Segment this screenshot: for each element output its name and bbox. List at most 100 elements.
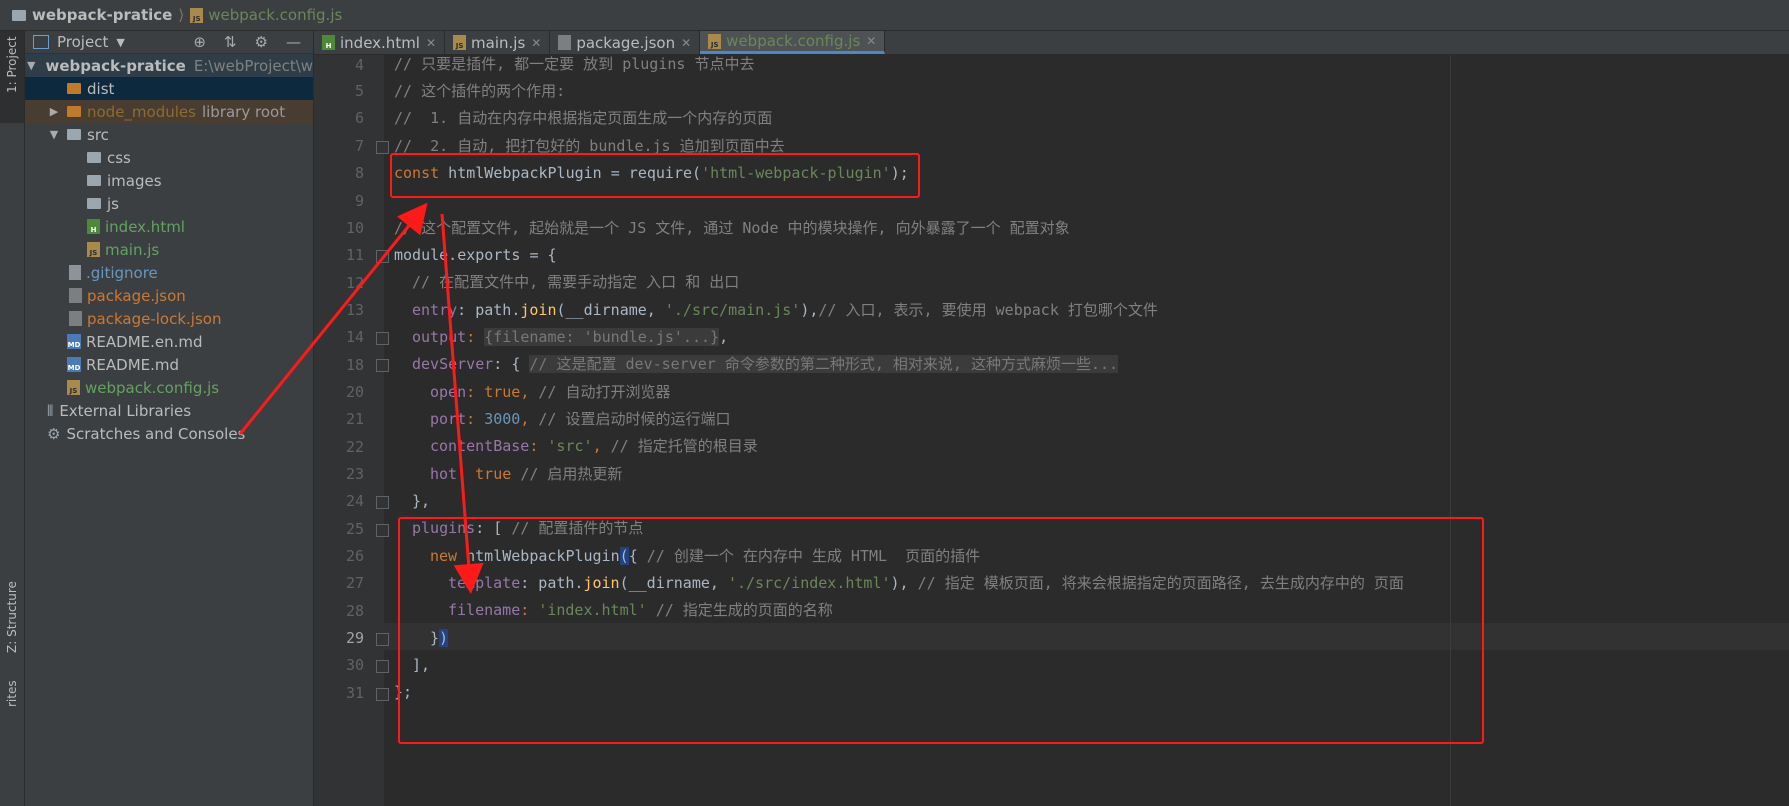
- tree-item-label: package-lock.json: [87, 309, 222, 328]
- tree-item-label: js: [107, 194, 119, 213]
- line-number: 18: [345, 356, 364, 374]
- tree-item-label: .gitignore: [86, 263, 158, 282]
- folded-region[interactable]: {filename: 'bundle.js'...}: [484, 328, 720, 346]
- js-file-icon: JS: [67, 380, 80, 395]
- markdown-file-icon: MD: [67, 334, 81, 349]
- tree-item-label: node_modules: [87, 102, 196, 121]
- fold-marker-icon[interactable]: [376, 496, 389, 509]
- breadcrumb-project[interactable]: webpack-pratice: [32, 6, 172, 24]
- tab-label: main.js: [471, 33, 526, 52]
- line-number: 29: [345, 629, 364, 647]
- tree-item-main-js[interactable]: JS main.js: [25, 238, 313, 261]
- gitignore-file-icon: [69, 265, 81, 280]
- code-line-21: port: 3000, // 设置启动时候的运行端口: [430, 410, 731, 428]
- code-line-5: // 这个插件的两个作用:: [394, 82, 566, 100]
- line-number: 9: [354, 192, 364, 210]
- tree-item-js[interactable]: js: [25, 192, 313, 215]
- project-view-selector[interactable]: Project ▼: [33, 33, 125, 51]
- fold-marker-icon[interactable]: [376, 524, 389, 537]
- project-panel-toolbar: Project ▼ ⊕ ⇅ ⚙ —: [25, 31, 313, 54]
- favorites-tool-tab[interactable]: rites: [0, 680, 24, 711]
- tree-item-readme[interactable]: MD README.md: [25, 353, 313, 376]
- structure-tool-tab[interactable]: Z: Structure: [0, 567, 24, 667]
- markdown-file-icon: MD: [67, 357, 81, 372]
- tab-label: package.json: [576, 33, 676, 52]
- tree-item-label: dist: [87, 79, 115, 98]
- fold-marker-icon[interactable]: [376, 250, 389, 263]
- library-icon: ⫴: [47, 401, 54, 420]
- code-editor[interactable]: 4 5 6 7 8 9 10 11 12 13 14 18 20 21 22 2…: [314, 55, 1789, 806]
- close-icon[interactable]: ✕: [531, 36, 541, 50]
- tab-label: index.html: [340, 33, 420, 52]
- project-tool-tab-label: 1: Project: [5, 36, 19, 93]
- tree-item-label: images: [107, 171, 162, 190]
- breadcrumb-file[interactable]: webpack.config.js: [208, 6, 342, 24]
- code-line-20: open: true, // 自动打开浏览器: [430, 383, 671, 401]
- json-file-icon: [558, 35, 572, 50]
- tree-item-readme-en[interactable]: MD README.en.md: [25, 330, 313, 353]
- project-tool-tab[interactable]: 1: Project: [0, 31, 24, 123]
- line-number: 25: [345, 520, 364, 538]
- line-number: 13: [345, 301, 364, 319]
- fold-marker-icon[interactable]: [376, 633, 389, 646]
- tree-item-gitignore[interactable]: .gitignore: [25, 261, 313, 284]
- fold-marker-icon[interactable]: [376, 359, 389, 372]
- breadcrumb: webpack-pratice ⟩ JS webpack.config.js: [12, 6, 342, 24]
- tree-item-package-lock-json[interactable]: package-lock.json: [25, 307, 313, 330]
- fold-marker-icon[interactable]: [376, 660, 389, 673]
- line-number: 27: [345, 574, 364, 592]
- html-file-icon: H: [87, 219, 100, 234]
- js-file-icon: JS: [190, 7, 204, 23]
- fold-marker-icon[interactable]: [376, 688, 389, 701]
- library-root-label: library root: [201, 102, 286, 121]
- tree-root[interactable]: ▼ webpack-pratice E:\webProject\webp: [25, 54, 313, 77]
- collapse-all-icon[interactable]: ⇅: [224, 33, 237, 51]
- expand-arrow-icon[interactable]: ▼: [47, 128, 61, 141]
- folder-icon: [87, 175, 101, 186]
- tree-item-images[interactable]: images: [25, 169, 313, 192]
- collapse-arrow-icon[interactable]: ▶: [47, 105, 61, 118]
- tree-item-css[interactable]: css: [25, 146, 313, 169]
- json-file-icon: [69, 288, 82, 303]
- tree-item-src[interactable]: ▼ src: [25, 123, 313, 146]
- tree-item-label: External Libraries: [59, 401, 192, 420]
- scratches-icon: ⚙: [47, 424, 61, 443]
- line-number: 30: [345, 656, 364, 674]
- project-tree: ▼ webpack-pratice E:\webProject\webp dis…: [25, 54, 313, 445]
- navigation-bar: webpack-pratice ⟩ JS webpack.config.js: [0, 0, 1789, 31]
- code-line-4: // 只要是插件, 都一定要 放到 plugins 节点中去: [394, 55, 755, 73]
- line-number: 21: [345, 410, 364, 428]
- js-file-icon: JS: [708, 33, 722, 49]
- chevron-down-icon: ▼: [116, 35, 125, 49]
- code-line-10: // 这个配置文件, 起始就是一个 JS 文件, 通过 Node 中的模块操作,…: [394, 219, 1070, 237]
- tree-item-label: package.json: [87, 286, 186, 305]
- project-panel: Project ▼ ⊕ ⇅ ⚙ — ▼ webpack-pratice E:\w…: [25, 31, 314, 806]
- line-number: 8: [354, 164, 364, 182]
- tree-item-external-libraries[interactable]: ⫴ External Libraries: [25, 399, 313, 422]
- code-line-11: module.exports = {: [394, 246, 557, 264]
- tree-item-scratches[interactable]: ⚙ Scratches and Consoles: [25, 422, 313, 445]
- tree-item-node-modules[interactable]: ▶ node_modules library root: [25, 100, 313, 123]
- annotation-box-require: [390, 153, 920, 198]
- expand-arrow-icon[interactable]: ▼: [27, 59, 35, 72]
- tree-item-label: src: [87, 125, 109, 144]
- code-line-18: devServer: { // 这是配置 dev-server 命令参数的第二种…: [412, 355, 1119, 373]
- gear-icon[interactable]: ⚙: [255, 33, 268, 51]
- tree-item-package-json[interactable]: package.json: [25, 284, 313, 307]
- structure-tool-tab-label: Z: Structure: [5, 581, 19, 653]
- line-number: 26: [345, 547, 364, 565]
- tree-item-index-html[interactable]: H index.html: [25, 215, 313, 238]
- close-icon[interactable]: ✕: [866, 34, 876, 48]
- minimize-icon[interactable]: —: [286, 33, 301, 51]
- close-icon[interactable]: ✕: [681, 36, 691, 50]
- favorites-tool-tab-label: rites: [5, 680, 19, 707]
- close-icon[interactable]: ✕: [426, 36, 436, 50]
- locate-icon[interactable]: ⊕: [193, 33, 206, 51]
- fold-marker-icon[interactable]: [376, 141, 389, 154]
- tree-item-label: main.js: [105, 240, 160, 259]
- tree-item-dist[interactable]: dist: [25, 77, 313, 100]
- js-file-icon: JS: [453, 35, 467, 50]
- tree-item-webpack-config[interactable]: JS webpack.config.js: [25, 376, 313, 399]
- root-path: E:\webProject\webp: [193, 56, 313, 75]
- fold-marker-icon[interactable]: [376, 332, 389, 345]
